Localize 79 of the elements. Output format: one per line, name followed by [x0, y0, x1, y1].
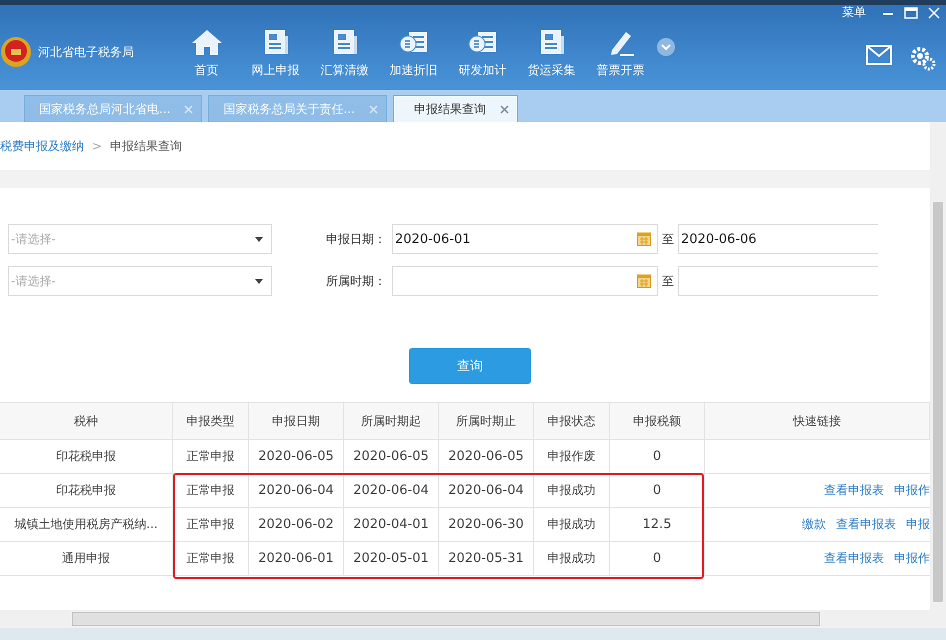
- column-header: 申报税额: [610, 403, 705, 439]
- date-field[interactable]: 2020-06-01: [392, 224, 658, 254]
- nav-button[interactable]: 加速折旧: [379, 28, 448, 79]
- nav-button[interactable]: 网上申报: [241, 28, 310, 79]
- table-link[interactable]: 查看申报表: [824, 550, 884, 567]
- table-cell: 正常申报: [173, 542, 249, 575]
- emblem-icon: [0, 36, 32, 68]
- column-header: 税种: [0, 403, 173, 439]
- table-cell: 0: [610, 474, 705, 507]
- table-cell: 2020-05-31: [439, 542, 534, 575]
- nav-button[interactable]: 汇算清缴: [310, 28, 379, 79]
- table-cell: 通用申报: [0, 542, 173, 575]
- table-link[interactable]: 申报作: [894, 482, 930, 499]
- table-cell: 0: [610, 440, 705, 473]
- date-field[interactable]: 2020-06-06: [678, 224, 878, 254]
- settings-icon[interactable]: [910, 45, 936, 71]
- column-header: 申报状态: [534, 403, 610, 439]
- range-separator: 至: [662, 272, 674, 290]
- select-field[interactable]: -请选择-: [8, 224, 272, 254]
- field-label: 所属时期：: [325, 272, 387, 290]
- table-link[interactable]: 申报作: [894, 550, 930, 567]
- query-button[interactable]: 查询: [409, 348, 531, 384]
- close-icon[interactable]: [500, 104, 509, 114]
- table-cell: 2020-06-04: [439, 474, 534, 507]
- table-cell: 2020-05-01: [344, 542, 439, 575]
- table-cell: 2020-06-04: [249, 474, 344, 507]
- calendar-icon[interactable]: [637, 274, 651, 288]
- table-cell: 2020-06-04: [344, 474, 439, 507]
- date-field[interactable]: [678, 266, 878, 296]
- table-cell: 印花税申报: [0, 440, 173, 473]
- table-cell: 2020-04-01: [344, 508, 439, 541]
- table-cell: 2020-06-02: [249, 508, 344, 541]
- breadcrumb-link[interactable]: 税费申报及缴纳: [0, 138, 84, 154]
- home-icon: [190, 28, 222, 56]
- table-cell: 申报成功: [534, 542, 610, 575]
- table-cell: 申报成功: [534, 508, 610, 541]
- breadcrumb-current: 申报结果查询: [110, 138, 182, 154]
- tab[interactable]: 申报结果查询: [392, 95, 518, 122]
- nav-button[interactable]: 首页: [172, 28, 241, 79]
- table-link[interactable]: 申报: [906, 516, 930, 533]
- scrollbar-thumb[interactable]: [72, 612, 820, 626]
- mail-icon[interactable]: [866, 45, 892, 65]
- table-cell: 2020-06-30: [439, 508, 534, 541]
- table-cell: 2020-06-01: [249, 542, 344, 575]
- column-header: 所属时期止: [439, 403, 534, 439]
- dropdown-caret-icon[interactable]: [255, 278, 263, 284]
- field-label: 申报日期：: [325, 230, 387, 248]
- nav-button[interactable]: 普票开票: [586, 28, 655, 79]
- expand-icon[interactable]: [657, 38, 675, 56]
- table-cell: 2020-06-05: [249, 440, 344, 473]
- column-header: 申报日期: [249, 403, 344, 439]
- breadcrumb-separator: >: [92, 139, 102, 153]
- column-header: 所属时期起: [344, 403, 439, 439]
- table-link[interactable]: 缴款: [802, 516, 826, 533]
- calendar-icon[interactable]: [637, 232, 651, 246]
- dropdown-caret-icon[interactable]: [255, 236, 263, 242]
- table-cell: 城镇土地使用税房产税纳...: [0, 508, 173, 541]
- select-field[interactable]: -请选择-: [8, 266, 272, 296]
- range-separator: 至: [662, 230, 674, 248]
- nav-button[interactable]: 货运采集: [517, 28, 586, 79]
- table-cell: 12.5: [610, 508, 705, 541]
- scrollbar-thumb[interactable]: [933, 202, 943, 602]
- table-cell: 0: [610, 542, 705, 575]
- table-cell: 印花税申报: [0, 474, 173, 507]
- site-title: 河北省电子税务局: [38, 44, 134, 60]
- table-cell: 2020-06-05: [344, 440, 439, 473]
- table-cell: 正常申报: [173, 474, 249, 507]
- maximize-icon[interactable]: [904, 6, 918, 18]
- table-cell: 申报作废: [534, 440, 610, 473]
- table-link[interactable]: 查看申报表: [836, 516, 896, 533]
- date-field[interactable]: [392, 266, 658, 296]
- table-cell: 2020-06-05: [439, 440, 534, 473]
- table-cell: 正常申报: [173, 508, 249, 541]
- column-header: 申报类型: [173, 403, 249, 439]
- menu-button[interactable]: 菜单: [842, 4, 872, 21]
- table-link[interactable]: 查看申报表: [824, 482, 884, 499]
- table-cell: 申报成功: [534, 474, 610, 507]
- nav-button[interactable]: 研发加计: [448, 28, 517, 79]
- table-cell: 正常申报: [173, 440, 249, 473]
